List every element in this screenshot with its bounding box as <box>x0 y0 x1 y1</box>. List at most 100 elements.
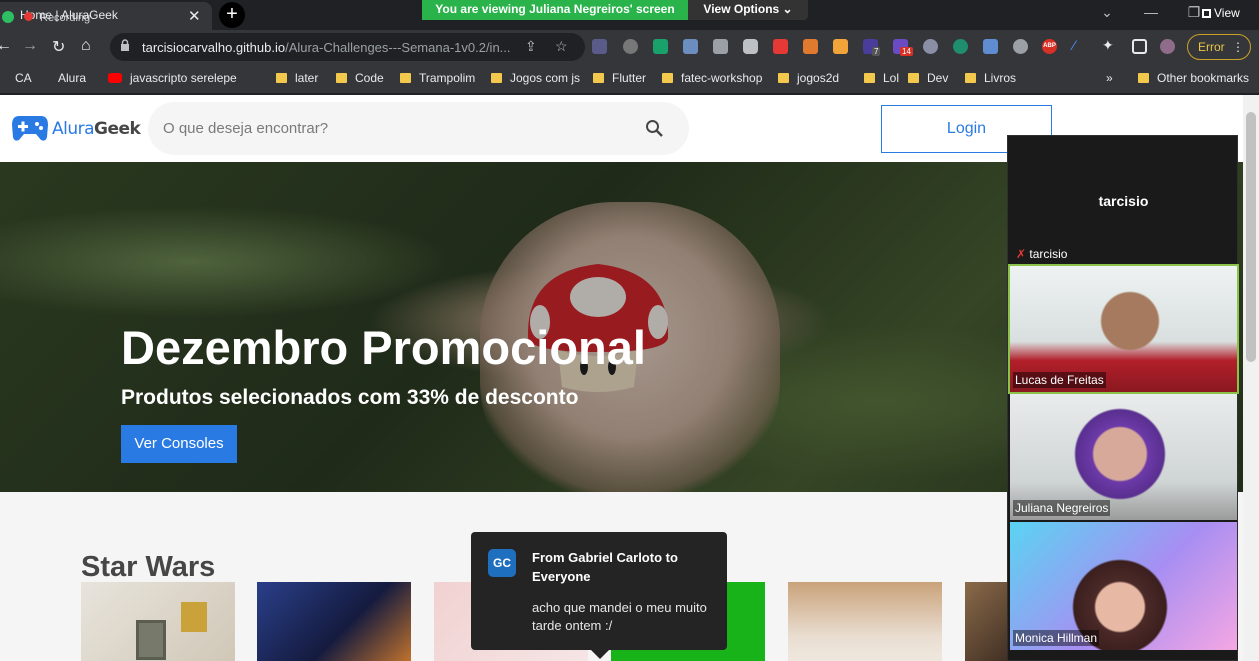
bookmark-item[interactable]: Alura <box>48 71 86 85</box>
bookmark-star-icon[interactable]: ☆ <box>555 38 568 55</box>
recording-label: Recording <box>40 12 91 24</box>
participant-tile[interactable]: Lucas de Freitas <box>1008 264 1239 394</box>
error-label: Error <box>1198 40 1225 54</box>
adblock-icon[interactable]: ABP <box>1042 39 1057 54</box>
extension-icon[interactable] <box>833 39 848 54</box>
bookmark-label: Lol <box>883 71 900 85</box>
bookmark-item[interactable]: Flutter <box>593 71 646 85</box>
tab-search-icon[interactable]: ⌄ <box>1087 0 1127 26</box>
chat-sender: From Gabriel Carloto to Everyone <box>532 550 678 584</box>
view-options-button[interactable]: View Options ⌄ <box>688 0 808 20</box>
page-scrollbar[interactable] <box>1243 95 1259 661</box>
bookmark-item[interactable]: Dev <box>908 71 948 85</box>
bookmark-label: Trampolim <box>419 71 476 85</box>
other-bookmarks[interactable]: Other bookmarks <box>1138 71 1249 85</box>
extension-icon[interactable] <box>623 39 638 54</box>
browser-tab[interactable]: Home | AluraGeek Recording ✕ <box>0 2 212 30</box>
extension-icon[interactable] <box>923 39 938 54</box>
bookmark-item[interactable]: later <box>276 71 318 85</box>
sender-avatar: GC <box>488 549 516 577</box>
chat-pointer <box>591 650 609 659</box>
product-card-image[interactable] <box>257 582 411 661</box>
bookmark-item[interactable]: Livros <box>965 71 1016 85</box>
extension-icon[interactable]: ⁄ <box>1073 38 1088 54</box>
bookmark-item[interactable]: javascripto serelepe <box>108 71 237 85</box>
minimize-icon[interactable]: — <box>1131 0 1171 26</box>
site-logo-text[interactable]: AluraGeek <box>52 119 141 139</box>
bookmark-item[interactable]: jogos2d <box>778 71 839 85</box>
bookmark-item[interactable]: Trampolim <box>400 71 475 85</box>
extension-icon[interactable] <box>713 39 728 54</box>
screen-share-banner: You are viewing Juliana Negreiros' scree… <box>422 0 688 20</box>
hero-subtitle: Produtos selecionados com 33% de descont… <box>121 386 579 409</box>
search-icon[interactable] <box>645 119 664 138</box>
bookmark-item[interactable]: CA <box>5 71 32 85</box>
share-icon[interactable]: ⇪ <box>525 38 537 55</box>
bookmark-item[interactable]: Lol <box>864 71 899 85</box>
extension-icon[interactable] <box>683 39 698 54</box>
site-favicon-icon <box>2 11 14 23</box>
folder-icon <box>1138 73 1149 83</box>
zoom-view-button[interactable]: View <box>1202 6 1240 20</box>
side-panel-icon[interactable] <box>1132 39 1147 54</box>
puzzle-extensions-icon[interactable]: ✦ <box>1102 38 1117 54</box>
extension-icon[interactable] <box>653 39 668 54</box>
bookmarks-bar: CA Alura javascripto serelepe later Code Tram… <box>0 64 1259 94</box>
participant-tile[interactable]: Monica Hillman <box>1010 522 1237 650</box>
host-name-large: tarcisio <box>1098 193 1149 209</box>
folder-icon <box>662 73 673 83</box>
participant-name: Lucas de Freitas <box>1013 372 1106 388</box>
product-card-image[interactable] <box>965 582 1009 661</box>
new-tab-button[interactable]: + <box>219 2 245 28</box>
extension-icon[interactable] <box>773 39 788 54</box>
bookmark-label: fatec-workshop <box>681 71 763 85</box>
url-text: tarcisiocarvalho.github.io/Alura-Challen… <box>142 40 511 55</box>
error-button[interactable]: Error ⋮ <box>1187 34 1251 60</box>
chat-notification[interactable]: GC From Gabriel Carloto to Everyone acho… <box>471 532 727 659</box>
other-bookmarks-label: Other bookmarks <box>1157 71 1250 85</box>
participant-tile[interactable]: Juliana Negreiros <box>1010 394 1237 520</box>
product-box-image <box>181 602 207 632</box>
forward-icon[interactable]: → <box>22 37 38 55</box>
address-bar[interactable]: tarcisiocarvalho.github.io/Alura-Challen… <box>110 33 585 61</box>
site-search-input[interactable]: O que deseja encontrar? <box>148 102 689 155</box>
bookmark-item[interactable]: Jogos com js <box>491 71 580 85</box>
chat-message: acho que mandei o meu muito tarde ontem … <box>532 600 707 633</box>
reload-icon[interactable]: ↻ <box>52 37 65 57</box>
search-placeholder: O que deseja encontrar? <box>163 120 329 137</box>
view-label: View <box>1214 6 1240 20</box>
extension-badge: 14 <box>900 47 913 56</box>
product-card-image[interactable] <box>81 582 235 661</box>
back-icon[interactable]: ← <box>0 37 12 55</box>
product-card-image[interactable] <box>788 582 942 661</box>
host-label: ✗ tarcisio <box>1014 246 1069 262</box>
folder-icon <box>336 73 347 83</box>
section-title-star-wars: Star Wars <box>81 551 216 583</box>
folder-icon <box>276 73 287 83</box>
profile-avatar[interactable] <box>1160 39 1175 54</box>
extension-icon[interactable] <box>1013 39 1028 54</box>
bookmark-label: jogos2d <box>797 71 840 85</box>
participant-name: Juliana Negreiros <box>1013 500 1111 516</box>
extension-icon[interactable] <box>803 39 818 54</box>
extension-icon[interactable] <box>983 39 998 54</box>
bookmarks-overflow-icon[interactable]: » <box>1106 71 1113 85</box>
gamepad-logo-icon[interactable] <box>11 113 49 143</box>
folder-icon <box>864 73 875 83</box>
view-consoles-button[interactable]: Ver Consoles <box>121 425 237 463</box>
bookmark-label: Code <box>355 71 384 85</box>
folder-icon <box>965 73 976 83</box>
camera-icon[interactable] <box>743 39 758 54</box>
url-host: tarcisiocarvalho.github.io <box>142 40 286 55</box>
bookmark-item[interactable]: fatec-workshop <box>662 71 762 85</box>
logo-text-a: Alura <box>52 119 95 139</box>
tab-close-icon[interactable]: ✕ <box>188 7 201 25</box>
extension-icon[interactable] <box>953 39 968 54</box>
folder-icon <box>491 73 502 83</box>
participant-panel: tarcisio ✗ tarcisio Lucas de Freitas Jul… <box>1007 135 1239 661</box>
extension-icon[interactable] <box>592 39 607 54</box>
home-icon[interactable]: ⌂ <box>81 37 91 55</box>
folder-icon <box>778 73 789 83</box>
bookmark-item[interactable]: Code <box>336 71 384 85</box>
scrollbar-thumb[interactable] <box>1246 112 1256 362</box>
